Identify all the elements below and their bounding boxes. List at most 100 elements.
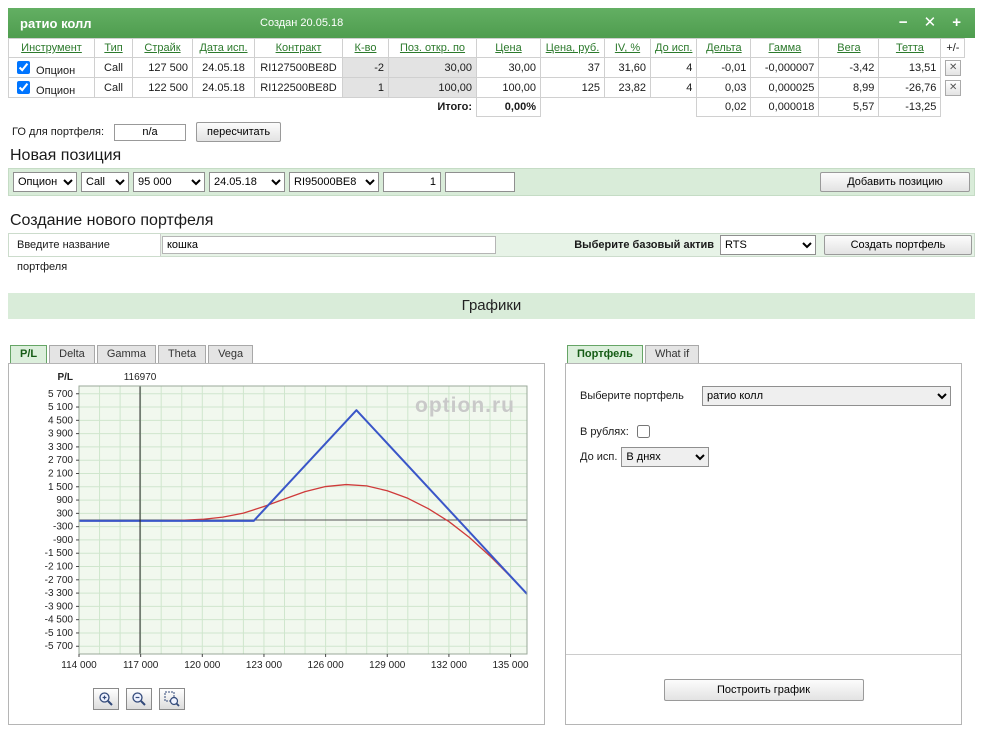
select-portfolio-label: Выберите портфель — [580, 390, 684, 402]
column-header-iv[interactable]: IV, % — [604, 38, 651, 58]
svg-text:5 700: 5 700 — [48, 389, 73, 400]
column-header-price[interactable]: Цена — [476, 38, 541, 58]
totals-delta: 0,02 — [696, 97, 752, 117]
tab-what-if[interactable]: What if — [644, 345, 700, 363]
portfolio-window-header: ратио колл Создан 20.05.18 − ✕ + — [8, 8, 975, 38]
portfolio-name-input[interactable] — [162, 236, 496, 254]
column-header-delta[interactable]: Дельта — [696, 38, 752, 58]
contract-select[interactable]: RI95000BE8 — [289, 172, 379, 192]
quantity-input[interactable] — [383, 172, 441, 192]
option-type-select[interactable]: Call — [81, 172, 129, 192]
svg-text:-300: -300 — [53, 522, 73, 533]
tab-портфель[interactable]: Портфель — [567, 345, 643, 363]
svg-text:3 300: 3 300 — [48, 442, 73, 453]
totals-empty — [605, 98, 651, 117]
tab-gamma[interactable]: Gamma — [96, 345, 156, 363]
svg-text:123 000: 123 000 — [246, 660, 283, 671]
zoom-in-icon — [99, 692, 113, 706]
add-position-button[interactable]: Добавить позицию — [820, 172, 970, 192]
column-header-qty[interactable]: К-во — [342, 38, 389, 58]
days-label: До исп. — [580, 451, 618, 463]
svg-text:-900: -900 — [53, 535, 73, 546]
base-asset-select[interactable]: RTS — [720, 235, 816, 255]
column-header-instrument[interactable]: Инструмент — [8, 38, 95, 58]
chart-panel: option.ru 5 700 5 100 4 500 3 900 3 300 2 700 2… — [8, 363, 545, 725]
table-row: Опцион Call 127 500 24.05.18 RI127500BE8D -2 3… — [8, 57, 965, 78]
portfolio-tabs: Портфель What if — [565, 345, 962, 363]
tab-vega[interactable]: Vega — [208, 345, 254, 363]
column-header-remove: +/- — [940, 38, 966, 58]
totals-empty — [193, 98, 255, 117]
recalc-button[interactable]: пересчитать — [196, 122, 282, 142]
svg-text:132 000: 132 000 — [431, 660, 468, 671]
cell-instrument: Опцион — [8, 77, 95, 98]
column-header-days[interactable]: До исп. — [649, 38, 698, 58]
new-position-row: Опцион Call 95 000 24.05.18 RI95000BE8 Д… — [8, 168, 975, 196]
cell-vega: 8,99 — [818, 77, 880, 98]
portfolio-title: ратио колл — [20, 15, 92, 31]
cell-iv: 23,82 — [604, 77, 651, 98]
cell-open_at: 30,00 — [388, 57, 477, 78]
rubles-checkbox[interactable] — [636, 425, 650, 438]
cell-strike: 127 500 — [132, 57, 193, 78]
delete-position-button[interactable]: ✕ — [945, 79, 962, 96]
cell-price: 100,00 — [476, 77, 541, 98]
cell-gamma: -0,000007 — [750, 57, 820, 78]
chart-tabs: P/L Delta Gamma Theta Vega — [8, 345, 545, 363]
add-icon[interactable]: + — [952, 8, 961, 38]
column-header-price_rub[interactable]: Цена, руб. — [540, 38, 605, 58]
chart-panel-wrap: P/L Delta Gamma Theta Vega option.ru 5 700 5 1… — [8, 345, 545, 725]
column-header-gamma[interactable]: Гамма — [750, 38, 820, 58]
column-header-type[interactable]: Тип — [94, 38, 133, 58]
cell-instrument: Опцион — [8, 57, 95, 78]
axis-title: P/L — [57, 372, 73, 383]
cell-exp_date: 24.05.18 — [192, 77, 255, 98]
svg-text:-3 300: -3 300 — [45, 588, 74, 599]
create-portfolio-button[interactable]: Создать портфель — [824, 235, 972, 255]
days-select[interactable]: В днях — [621, 447, 710, 467]
column-header-contract[interactable]: Контракт — [254, 38, 343, 58]
svg-text:120 000: 120 000 — [184, 660, 221, 671]
svg-text:114 000: 114 000 — [61, 660, 97, 671]
cell-price: 30,00 — [476, 57, 541, 78]
cell-delta: 0,03 — [696, 77, 752, 98]
column-header-theta[interactable]: Тетта — [878, 38, 942, 58]
delete-position-button[interactable]: ✕ — [945, 59, 962, 76]
totals-empty — [343, 98, 389, 117]
close-icon[interactable]: ✕ — [924, 8, 937, 38]
zoom-region-button[interactable] — [159, 688, 185, 710]
svg-text:-4 500: -4 500 — [45, 615, 74, 626]
totals-empty — [9, 98, 95, 117]
margin-value-input[interactable] — [114, 123, 187, 141]
column-header-exp_date[interactable]: Дата исп. — [192, 38, 255, 58]
svg-text:-2 700: -2 700 — [45, 575, 74, 586]
cell-strike: 122 500 — [132, 77, 193, 98]
totals-empty — [255, 98, 343, 117]
totals-empty — [941, 98, 965, 117]
rubles-label: В рублях: — [580, 425, 629, 438]
instrument-select[interactable]: Опцион — [13, 172, 77, 192]
zoom-out-button[interactable] — [126, 688, 152, 710]
build-chart-button[interactable]: Построить график — [663, 678, 864, 701]
minimize-icon[interactable]: − — [899, 8, 908, 38]
tab-p-l[interactable]: P/L — [10, 345, 48, 363]
window-icons: − ✕ + — [899, 8, 975, 38]
cell-remove: ✕ — [941, 58, 965, 78]
base-asset-label: Выберите базовый актив — [574, 239, 714, 251]
tab-theta[interactable]: Theta — [157, 345, 207, 363]
tab-delta[interactable]: Delta — [49, 345, 95, 363]
position-checkbox[interactable] — [17, 61, 30, 74]
create-portfolio-row: Введите название портфеля Выберите базов… — [8, 233, 975, 273]
column-header-strike[interactable]: Страйк — [132, 38, 193, 58]
position-checkbox[interactable] — [17, 81, 30, 94]
marker-value-label: 116970 — [124, 372, 157, 383]
price-input[interactable] — [445, 172, 515, 192]
portfolio-select[interactable]: ратио колл — [702, 386, 951, 406]
column-header-vega[interactable]: Вега — [818, 38, 880, 58]
zoom-in-button[interactable] — [93, 688, 119, 710]
strike-select[interactable]: 95 000 — [133, 172, 205, 192]
column-header-open_at[interactable]: Поз. откр. по — [388, 38, 477, 58]
exp-date-select[interactable]: 24.05.18 — [209, 172, 285, 192]
created-date: Создан 20.05.18 — [260, 17, 344, 29]
charts-area: P/L Delta Gamma Theta Vega option.ru 5 700 5 1… — [8, 345, 975, 725]
